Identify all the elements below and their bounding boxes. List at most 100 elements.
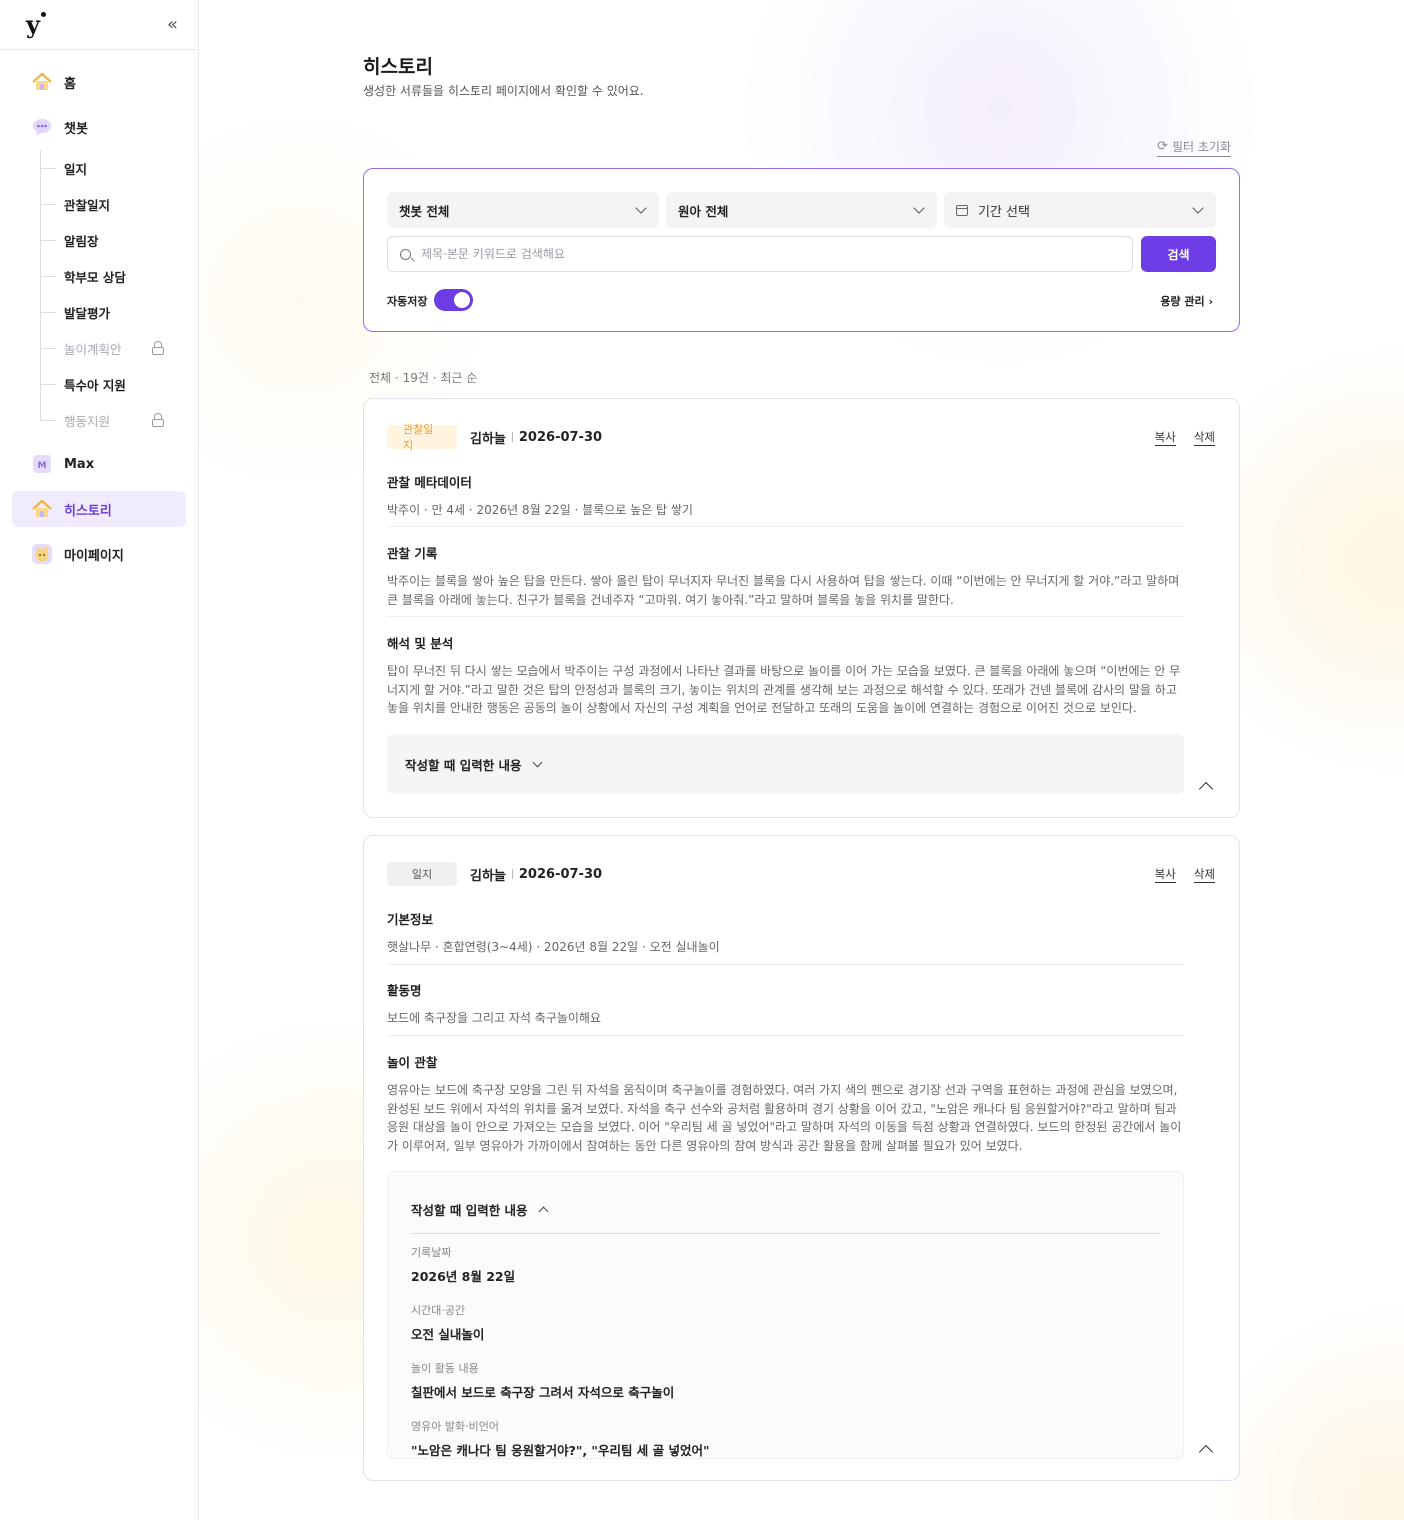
chevron-down-icon [1192, 202, 1204, 214]
input-content-panel: 작성할 때 입력한 내용 기록날짜 2026년 8월 22일 시간대·공간 오전… [387, 1171, 1184, 1459]
document-type-badge: 관찰일지 [387, 423, 457, 452]
reset-filter-button[interactable]: ⟳ 필터 초기화 [1157, 138, 1231, 157]
reset-filter-label: 필터 초기화 [1171, 140, 1231, 154]
autosave-toggle[interactable] [434, 289, 473, 311]
page-subtitle: 생성한 서류들을 히스토리 페이지에서 확인할 수 있어요. [363, 84, 644, 98]
input-field-value: 오전 실내놀이 [411, 1327, 485, 1342]
document-type-badge: 일지 [387, 862, 457, 886]
sidebar-subitem-development[interactable]: 발달평가 [40, 294, 198, 330]
input-panel-toggle[interactable]: 작성할 때 입력한 내용 [411, 1200, 1160, 1234]
input-field: 영유아 발화·비언어 "노암은 캐나다 팀 응원할거야?", "우리팀 세 골 … [411, 1418, 1160, 1459]
collapse-card-icon[interactable] [1198, 781, 1214, 797]
svg-text:M: M [38, 461, 47, 471]
app-logo[interactable]: y [26, 10, 46, 39]
card-section: 관찰 메타데이터 박주이 · 만 4세 · 2026년 8월 22일 · 블록으… [387, 472, 1184, 520]
input-field-label: 기록날짜 [411, 1246, 452, 1259]
list-count: 19건 [402, 371, 429, 385]
section-body: 영유아는 보드에 축구장 모양을 그린 뒤 자석을 움직이며 축구놀이를 경험하… [387, 1083, 1182, 1153]
page-title: 히스토리 [363, 56, 433, 78]
period-filter-value: 기간 선택 [978, 204, 1030, 220]
search-button[interactable]: 검색 [1141, 236, 1216, 272]
collapse-card-icon[interactable] [1198, 1444, 1214, 1460]
input-panel-title: 작성할 때 입력한 내용 [411, 1203, 528, 1218]
sidebar-item-label: 홈 [64, 76, 76, 92]
section-divider [387, 1035, 1184, 1036]
capacity-management-link[interactable]: 용량 관리 › [1160, 293, 1213, 309]
card-author: 김하늘 [470, 868, 506, 884]
input-panel-toggle[interactable]: 작성할 때 입력한 내용 [405, 755, 1184, 774]
child-filter-select[interactable]: 원아 전체 [666, 192, 937, 228]
period-filter-select[interactable]: 기간 선택 [944, 192, 1216, 228]
card-section: 해석 및 분석 탑이 무너진 뒤 다시 쌓는 모습에서 박주이는 구성 과정에서… [387, 633, 1184, 718]
card-actions: 복사 삭제 [1154, 866, 1215, 883]
sidebar-item-mypage[interactable]: 마이페이지 [12, 536, 186, 572]
sidebar-subitem-special-support[interactable]: 특수아 지원 [40, 366, 198, 402]
card-date: 2026-07-30 [518, 429, 603, 445]
copy-button[interactable]: 복사 [1154, 429, 1176, 446]
copy-button[interactable]: 복사 [1154, 866, 1176, 883]
card-date: 2026-07-30 [518, 866, 603, 882]
input-field: 놀이 활동 내용 칠판에서 보드로 축구장 그려서 자석으로 축구놀이 [411, 1360, 1160, 1401]
input-field-value: 2026년 8월 22일 [411, 1269, 516, 1284]
sidebar-subitem-journal[interactable]: 일지 [40, 150, 198, 186]
collapse-sidebar-icon[interactable]: « [167, 14, 178, 35]
chatbot-filter-select[interactable]: 챗봇 전체 [387, 192, 659, 228]
filter-panel: 챗봇 전체 원아 전체 기간 선택 검색 자동저장 용량 관리 › [363, 168, 1240, 332]
history-icon [30, 497, 54, 521]
section-title: 관찰 기록 [387, 546, 438, 561]
chevron-down-icon [913, 202, 925, 214]
section-title: 활동명 [387, 983, 422, 998]
sidebar-item-history[interactable]: 히스토리 [12, 491, 186, 527]
search-icon [400, 248, 411, 260]
card-header: 관찰일지 김하늘 2026-07-30 [387, 423, 603, 452]
home-icon [30, 70, 54, 94]
section-title: 기본정보 [387, 912, 434, 927]
input-field: 기록날짜 2026년 8월 22일 [411, 1244, 1160, 1285]
sidebar-item-chatbot[interactable]: 챗봇 [12, 109, 186, 145]
input-content-panel[interactable]: 작성할 때 입력한 내용 [387, 734, 1184, 794]
delete-button[interactable]: 삭제 [1193, 429, 1215, 446]
section-body: 박주이 · 만 4세 · 2026년 8월 22일 · 블록으로 높은 탑 쌓기 [387, 503, 693, 517]
input-field: 시간대·공간 오전 실내놀이 [411, 1302, 1160, 1343]
chatbot-submenu: 일지 관찰일지 알림장 학부모 상담 발달평가 놀이계획안 특수아 지원 행동지… [40, 150, 198, 438]
chevron-down-icon [635, 202, 647, 214]
lock-icon [152, 413, 164, 427]
sidebar-item-label: Max [64, 456, 95, 472]
lock-icon [152, 341, 164, 355]
section-divider [387, 616, 1184, 617]
history-card: 일지 김하늘 2026-07-30 복사 삭제 기본정보 햇살나무 · 혼합연령… [363, 835, 1240, 1481]
input-field-value: "노암은 캐나다 팀 응원할거야?", "우리팀 세 골 넣었어" [411, 1443, 710, 1458]
list-filter-label: 전체 [369, 371, 392, 385]
chevron-down-icon [532, 757, 543, 768]
sidebar-header: y « [0, 0, 198, 50]
section-title: 놀이 관찰 [387, 1055, 438, 1070]
sidebar-item-home[interactable]: 홈 [12, 64, 186, 100]
calendar-icon [956, 204, 968, 216]
chatbot-icon [30, 115, 54, 139]
refresh-icon: ⟳ [1157, 139, 1168, 154]
list-sort[interactable]: 최근 순 [440, 371, 477, 385]
sidebar-subitem-observation[interactable]: 관찰일지 [40, 186, 198, 222]
card-section: 활동명 보드에 축구장을 그리고 자석 축구놀이해요 [387, 980, 1184, 1028]
card-section: 기본정보 햇살나무 · 혼합연령(3~4세) · 2026년 8월 22일 · … [387, 909, 1184, 957]
search-input[interactable] [421, 247, 1101, 261]
history-card: 관찰일지 김하늘 2026-07-30 복사 삭제 관찰 메타데이터 박주이 ·… [363, 398, 1240, 818]
sidebar-subitem-notice[interactable]: 알림장 [40, 222, 198, 258]
input-field-label: 영유아 발화·비언어 [411, 1420, 499, 1433]
section-title: 관찰 메타데이터 [387, 475, 472, 490]
sidebar-subitem-behavior-support[interactable]: 행동지원 [40, 402, 198, 438]
max-icon: M [30, 452, 54, 476]
sidebar: y « 홈 챗봇 일지 관찰일지 알림장 학부모 상담 발달평가 놀이계획안 특… [0, 0, 199, 1520]
child-filter-value: 원아 전체 [678, 203, 729, 219]
sidebar-item-max[interactable]: M Max [12, 446, 186, 482]
sidebar-subitem-play-plan[interactable]: 놀이계획안 [40, 330, 198, 366]
card-actions: 복사 삭제 [1154, 429, 1215, 446]
delete-button[interactable]: 삭제 [1193, 866, 1215, 883]
sidebar-subitem-parent-consult[interactable]: 학부모 상담 [40, 258, 198, 294]
input-panel-title: 작성할 때 입력한 내용 [405, 758, 522, 773]
autosave-label: 자동저장 [387, 295, 428, 308]
search-field [387, 236, 1133, 272]
card-author: 김하늘 [470, 431, 506, 447]
list-summary: 전체 · 19건 · 최근 순 [369, 371, 478, 385]
card-section: 놀이 관찰 영유아는 보드에 축구장 모양을 그린 뒤 자석을 움직이며 축구놀… [387, 1052, 1184, 1155]
